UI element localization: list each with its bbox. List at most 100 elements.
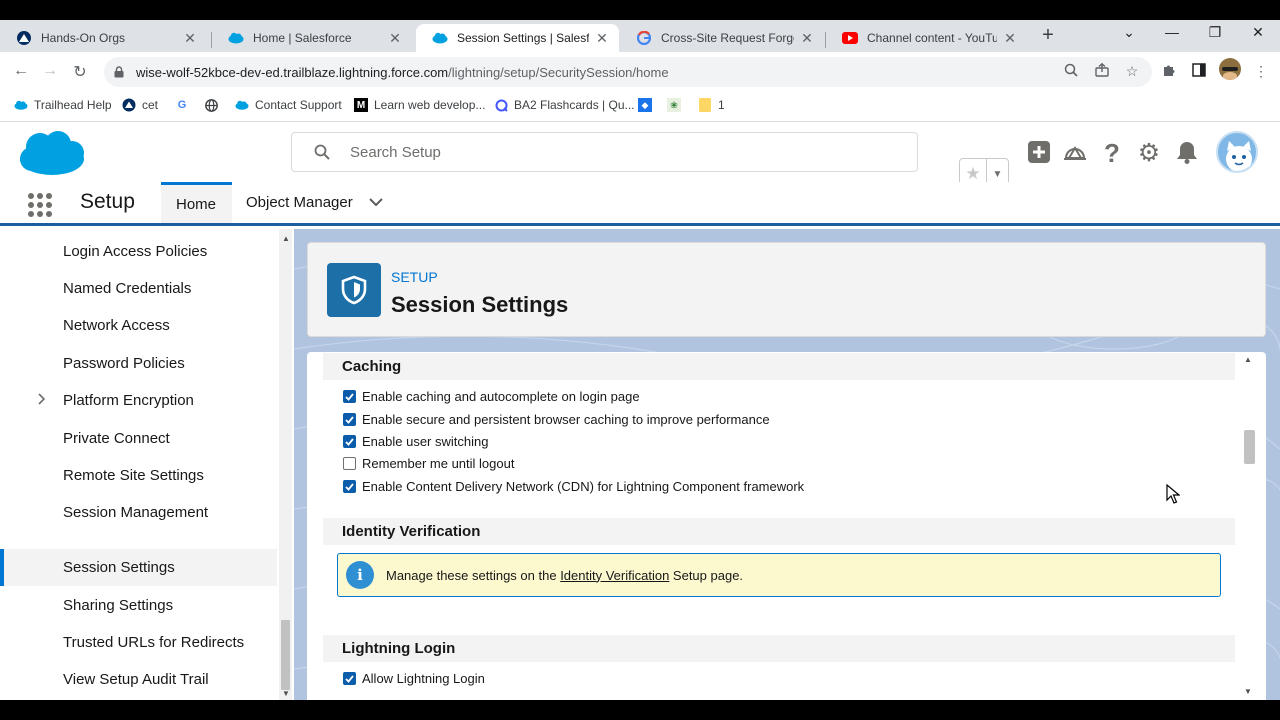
sidebar-item-password-policies[interactable]: Password Policies [0, 345, 277, 382]
extensions-puzzle-icon[interactable] [1160, 63, 1178, 80]
tab-home[interactable]: Home [161, 182, 232, 223]
browser-tab-hands-on-orgs[interactable]: Hands-On Orgs ✕ [0, 24, 207, 52]
page-header: SETUP Session Settings [307, 242, 1266, 337]
bookmark-learn-web-dev[interactable]: M Learn web develop... [354, 98, 485, 112]
section-heading-caching: Caching [323, 353, 1235, 380]
restore-icon[interactable]: ❐ [1195, 24, 1235, 41]
checkbox-row[interactable]: Allow Lightning Login [343, 671, 485, 686]
bookmark-folder-1[interactable]: 1 [698, 98, 725, 112]
trailhead-guidance-icon[interactable] [1062, 140, 1088, 168]
scroll-up-arrow-icon[interactable]: ▲ [1244, 355, 1252, 364]
bookmark-star-icon[interactable]: ☆ [1123, 63, 1141, 80]
notifications-bell-icon[interactable] [1174, 140, 1200, 170]
bookmark-trailhead-help[interactable]: Trailhead Help [14, 98, 112, 112]
bookmark-cet[interactable]: cet [122, 98, 158, 112]
browser-tab-session-settings[interactable]: Session Settings | Salesforce ✕ [416, 24, 619, 52]
close-tab-icon[interactable]: ✕ [595, 30, 609, 47]
checkbox-row[interactable]: Enable secure and persistent browser cac… [343, 412, 770, 427]
sidebar-item-session-settings[interactable]: Session Settings [0, 549, 277, 586]
browser-tab-home[interactable]: Home | Salesforce ✕ [212, 24, 412, 52]
sidebar-scrollbar[interactable]: ▲ ▼ [279, 229, 292, 700]
checkbox-checked[interactable] [343, 480, 356, 493]
share-icon[interactable] [1093, 62, 1111, 80]
checkbox-checked[interactable] [343, 413, 356, 426]
bookmark-ba2-flashcards[interactable]: BA2 Flashcards | Qu... [494, 98, 635, 112]
salesforce-favicon-icon [432, 30, 448, 46]
sidebar-item-sharing-settings[interactable]: Sharing Settings [0, 587, 277, 624]
tab-object-manager[interactable]: Object Manager [246, 182, 383, 223]
global-actions-icon[interactable] [1026, 140, 1052, 170]
sidebar-item-session-management[interactable]: Session Management [0, 494, 277, 531]
browser-menu-icon[interactable]: ⋮ [1252, 63, 1270, 80]
tab-search-chevron-icon[interactable]: ⌄ [1109, 24, 1149, 41]
mouse-cursor-icon [1166, 484, 1180, 504]
sidebar-item-named-credentials[interactable]: Named Credentials [0, 270, 277, 307]
checkbox-checked[interactable] [343, 390, 356, 403]
checkbox-checked[interactable] [343, 672, 356, 685]
side-panel-icon[interactable] [1190, 63, 1208, 80]
panel-scrollbar-thumb[interactable] [1244, 430, 1255, 464]
lock-icon [114, 66, 124, 78]
search-setup-input[interactable]: Search Setup [291, 132, 918, 172]
forward-arrow-icon[interactable]: → [40, 62, 60, 80]
back-arrow-icon[interactable]: ← [11, 62, 31, 80]
zoom-icon[interactable] [1062, 63, 1080, 80]
bookmark-app-2[interactable]: ❀ [667, 98, 687, 112]
app-launcher-icon[interactable] [27, 192, 53, 218]
checkbox-checked[interactable] [343, 435, 356, 448]
checkbox-row[interactable]: Enable Content Delivery Network (CDN) fo… [343, 479, 804, 494]
chevron-down-icon[interactable] [369, 198, 383, 207]
sidebar-item-trusted-urls[interactable]: Trusted URLs for Redirects [0, 624, 277, 661]
sidebar-scrollbar-thumb[interactable] [281, 620, 290, 690]
address-bar[interactable]: wise-wolf-52kbce-dev-ed.trailblaze.light… [104, 57, 1152, 87]
quizlet-icon [494, 98, 508, 112]
user-avatar[interactable] [1216, 131, 1258, 173]
panel-scrollbar[interactable]: ▲ ▼ [1236, 352, 1266, 700]
checkbox-unchecked[interactable] [343, 457, 356, 470]
search-placeholder: Search Setup [350, 143, 441, 161]
bookmark-contact-support[interactable]: Contact Support [235, 98, 342, 112]
help-icon[interactable]: ? [1099, 140, 1125, 166]
salesforce-logo[interactable] [18, 129, 86, 182]
close-tab-icon[interactable]: ✕ [183, 30, 197, 47]
tab-title: Cross-Site Request Forgery ( [661, 31, 794, 45]
setup-gear-icon[interactable]: ⚙ [1136, 140, 1162, 166]
scroll-down-arrow-icon[interactable]: ▼ [282, 689, 290, 698]
browser-tab-csrf[interactable]: Cross-Site Request Forgery ( ✕ [620, 24, 824, 52]
browser-tab-youtube[interactable]: Channel content - YouTube S ✕ [826, 24, 1027, 52]
tab-title: Channel content - YouTube S [867, 31, 997, 45]
checkbox-row[interactable]: Enable caching and autocomplete on login… [343, 389, 640, 404]
sidebar-item-private-connect[interactable]: Private Connect [0, 420, 277, 457]
checkbox-label: Enable secure and persistent browser cac… [362, 412, 770, 427]
reload-icon[interactable]: ↻ [70, 62, 90, 82]
close-window-icon[interactable]: ✕ [1238, 24, 1278, 41]
app-navigation-bar: Setup Home Object Manager [0, 182, 1280, 226]
google-favicon-icon [636, 30, 652, 46]
close-tab-icon[interactable]: ✕ [800, 30, 814, 47]
scroll-up-arrow-icon[interactable]: ▲ [282, 234, 290, 243]
tab-title: Hands-On Orgs [41, 31, 126, 45]
url-host: wise-wolf-52kbce-dev-ed.trailblaze.light… [136, 64, 449, 80]
shield-icon [327, 263, 381, 317]
chevron-right-icon[interactable] [38, 393, 46, 408]
profile-avatar[interactable] [1219, 58, 1241, 80]
identity-verification-link[interactable]: Identity Verification [560, 568, 669, 583]
scroll-down-arrow-icon[interactable]: ▼ [1244, 687, 1252, 696]
sidebar-item-remote-site-settings[interactable]: Remote Site Settings [0, 457, 277, 494]
salesforce-favicon-icon [228, 30, 244, 46]
close-tab-icon[interactable]: ✕ [388, 30, 402, 47]
sidebar-item-login-access-policies[interactable]: Login Access Policies [0, 233, 277, 270]
checkbox-row[interactable]: Enable user switching [343, 434, 488, 449]
bookmark-app-1[interactable]: ◆ [638, 98, 658, 112]
checkbox-row[interactable]: Remember me until logout [343, 456, 514, 471]
section-heading-lightning-login: Lightning Login [323, 635, 1235, 662]
page-title: Session Settings [391, 292, 569, 317]
bookmark-google[interactable]: G [175, 98, 195, 112]
new-tab-button[interactable]: + [1038, 24, 1058, 47]
sidebar-item-setup-audit-trail[interactable]: View Setup Audit Trail [0, 661, 277, 698]
sidebar-item-platform-encryption[interactable]: Platform Encryption [0, 382, 277, 419]
bookmark-globe[interactable] [204, 98, 224, 112]
sidebar-item-network-access[interactable]: Network Access [0, 307, 277, 344]
minimize-icon[interactable]: — [1152, 24, 1192, 40]
close-tab-icon[interactable]: ✕ [1003, 30, 1017, 47]
